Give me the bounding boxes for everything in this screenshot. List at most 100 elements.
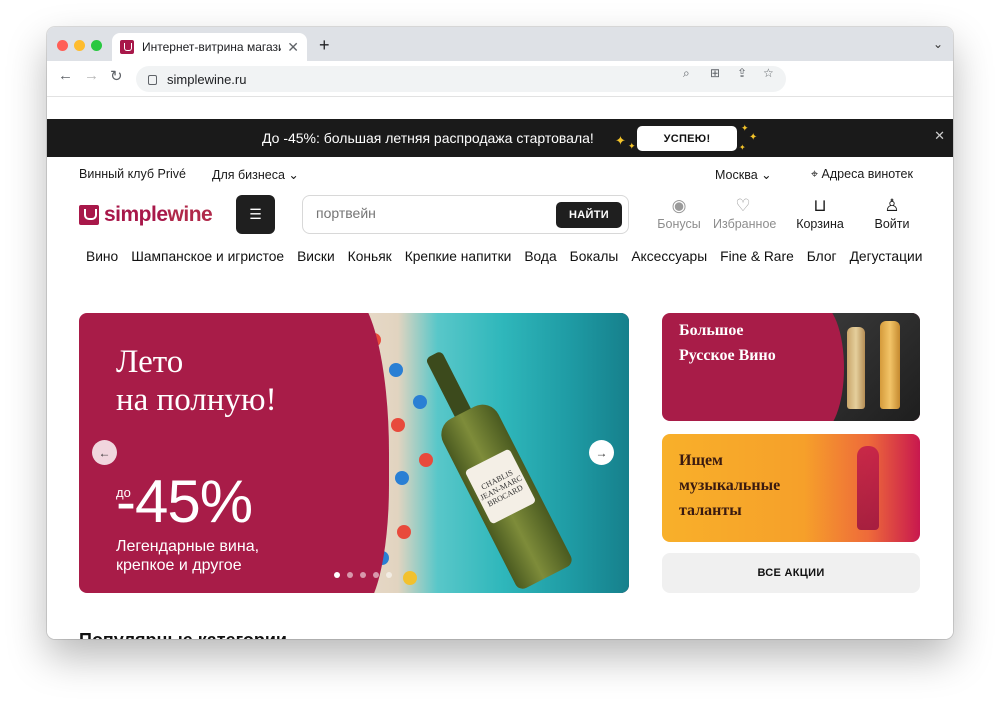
- maximize-window-button[interactable]: [91, 40, 102, 51]
- slider-prev-button[interactable]: ←: [92, 440, 117, 465]
- hero-discount: -45%: [116, 468, 253, 535]
- banner-title-line: таланты: [679, 502, 742, 519]
- user-icon: ♙: [884, 196, 900, 215]
- bottle-image: [880, 321, 900, 409]
- back-icon[interactable]: ←: [58, 67, 73, 84]
- nav-item-wine[interactable]: Вино: [86, 249, 118, 264]
- cart-icon: ⊔: [813, 196, 827, 215]
- business-label: Для бизнеса: [212, 168, 285, 182]
- slider-dot[interactable]: [373, 572, 379, 578]
- slider-dots: [334, 572, 392, 578]
- bookmark-star-icon[interactable]: ☆: [763, 66, 774, 80]
- nav-item-accessories[interactable]: Аксессуары: [631, 249, 707, 264]
- all-promos-button[interactable]: ВСЕ АКЦИИ: [662, 553, 920, 593]
- search-box: НАЙТИ: [302, 195, 629, 234]
- catalog-menu-button[interactable]: ☰: [236, 195, 275, 234]
- section-heading: Популярные категории: [79, 630, 287, 639]
- favorites-button[interactable]: ♡ Избранное: [713, 195, 776, 231]
- cart-button[interactable]: ⊔ Корзина: [790, 195, 850, 231]
- browser-tab[interactable]: Интернет-витрина магазина ✕: [112, 33, 307, 61]
- promo-bar: До -45%: большая летняя распродажа старт…: [47, 119, 953, 157]
- store-addresses-link[interactable]: ⌖ Адреса винотек: [811, 167, 913, 182]
- share-icon[interactable]: ⇪: [737, 66, 747, 80]
- sparkle-icon: ✦: [628, 141, 636, 151]
- bonus-icon: ◉: [671, 196, 687, 215]
- forward-icon[interactable]: →: [84, 67, 99, 84]
- promo-button[interactable]: УСПЕЮ!: [637, 126, 737, 151]
- tab-title: Интернет-витрина магазина: [142, 40, 281, 54]
- hero-subtitle-line: Легендарные вина,: [116, 538, 260, 555]
- banner-title-line: Большое: [679, 322, 744, 339]
- search-button[interactable]: НАЙТИ: [556, 202, 622, 228]
- banner-title-line: музыкальные: [679, 477, 781, 494]
- login-button[interactable]: ♙ Войти: [862, 195, 922, 231]
- lock-icon: [148, 75, 157, 85]
- login-label: Войти: [874, 217, 910, 231]
- banner-title-line: Русское Вино: [679, 347, 776, 364]
- simplewine-logo[interactable]: simplewine: [79, 203, 213, 226]
- minimize-window-button[interactable]: [74, 40, 85, 51]
- bonus-button[interactable]: ◉ Бонусы: [649, 195, 709, 231]
- web-page: До -45%: большая летняя распродажа старт…: [47, 97, 953, 639]
- bonus-label: Бонусы: [657, 217, 701, 231]
- nav-item-tastings[interactable]: Дегустации: [850, 249, 923, 264]
- tab-close-icon[interactable]: ✕: [287, 39, 299, 56]
- nav-item-spirits[interactable]: Крепкие напитки: [405, 249, 512, 264]
- banner-title: Большое Русское Вино: [679, 318, 776, 368]
- nav-item-blog[interactable]: Блог: [807, 249, 837, 264]
- stores-label: Адреса винотек: [821, 167, 913, 181]
- search-input[interactable]: [316, 205, 536, 221]
- slider-dot[interactable]: [334, 572, 340, 578]
- nav-item-fine-rare[interactable]: Fine & Rare: [720, 249, 794, 264]
- chevron-down-icon: ⌄: [288, 168, 299, 182]
- business-link[interactable]: Для бизнеса ⌄: [212, 167, 299, 182]
- slider-next-button[interactable]: →: [589, 440, 614, 465]
- cart-label: Корзина: [796, 217, 844, 231]
- url-text: simplewine.ru: [167, 71, 247, 87]
- hero-title: Лето на полную!: [116, 343, 277, 419]
- nav-item-cognac[interactable]: Коньяк: [348, 249, 392, 264]
- tab-search-chevron-icon[interactable]: ⌄: [933, 37, 943, 51]
- slider-dot[interactable]: [347, 572, 353, 578]
- banner-title: Ищем музыкальные таланты: [679, 448, 780, 523]
- menu-search-icon: ☰: [249, 206, 262, 222]
- tab-bar: Интернет-витрина магазина ✕ + ⌄: [47, 27, 953, 61]
- nav-item-water[interactable]: Вода: [524, 249, 556, 264]
- category-nav: Вино Шампанское и игристое Виски Коньяк Креп…: [86, 249, 935, 269]
- translate-icon[interactable]: ⊞: [710, 66, 720, 80]
- sparkle-icon: ✦: [749, 132, 758, 143]
- hero-subtitle-line: крепкое и другое: [116, 557, 242, 574]
- city-label: Москва: [715, 168, 758, 182]
- city-selector[interactable]: Москва ⌄: [715, 167, 772, 182]
- banner-title-line: Ищем: [679, 452, 723, 469]
- close-icon[interactable]: ✕: [934, 128, 945, 144]
- nav-item-glasses[interactable]: Бокалы: [570, 249, 619, 264]
- slider-dot[interactable]: [360, 572, 366, 578]
- bottle-image: [847, 327, 865, 409]
- music-talents-banner[interactable]: Ищем музыкальные таланты: [662, 434, 920, 542]
- logo-wine-text: wine: [167, 203, 213, 226]
- sparkle-icon: ✦: [741, 123, 749, 133]
- browser-window: Интернет-витрина магазина ✕ + ⌄ ← → ↻ si…: [47, 27, 953, 639]
- site-favicon-icon: [120, 40, 134, 54]
- zoom-search-icon[interactable]: ⌕: [683, 66, 690, 81]
- wineglass-logo-icon: [79, 205, 99, 225]
- slider-dot[interactable]: [386, 572, 392, 578]
- promo-text: До -45%: большая летняя распродажа старт…: [262, 130, 594, 146]
- nav-item-whisky[interactable]: Виски: [297, 249, 335, 264]
- location-pin-icon: ⌖: [811, 167, 819, 181]
- hero-subtitle: Легендарные вина, крепкое и другое: [116, 537, 259, 575]
- hero-banner[interactable]: CHABLIS JEAN-MARC BROCARD Лето на полную…: [79, 313, 629, 593]
- close-window-button[interactable]: [57, 40, 68, 51]
- hero-title-line: на полную!: [116, 382, 277, 418]
- russian-wine-banner[interactable]: Большое Русское Вино: [662, 313, 920, 421]
- sparkle-icon: ✦: [739, 143, 746, 152]
- logo-simple-text: simple: [104, 203, 168, 226]
- sparkle-icon: ✦: [615, 133, 626, 148]
- browser-toolbar: ← → ↻ simplewine.ru ⌕ ⊞ ⇪ ☆: [47, 61, 953, 97]
- nav-item-champagne[interactable]: Шампанское и игристое: [131, 249, 284, 264]
- new-tab-button[interactable]: +: [319, 35, 330, 56]
- microphone-icon: [857, 446, 879, 530]
- wine-club-link[interactable]: Винный клуб Privé: [79, 167, 186, 181]
- reload-icon[interactable]: ↻: [110, 67, 123, 85]
